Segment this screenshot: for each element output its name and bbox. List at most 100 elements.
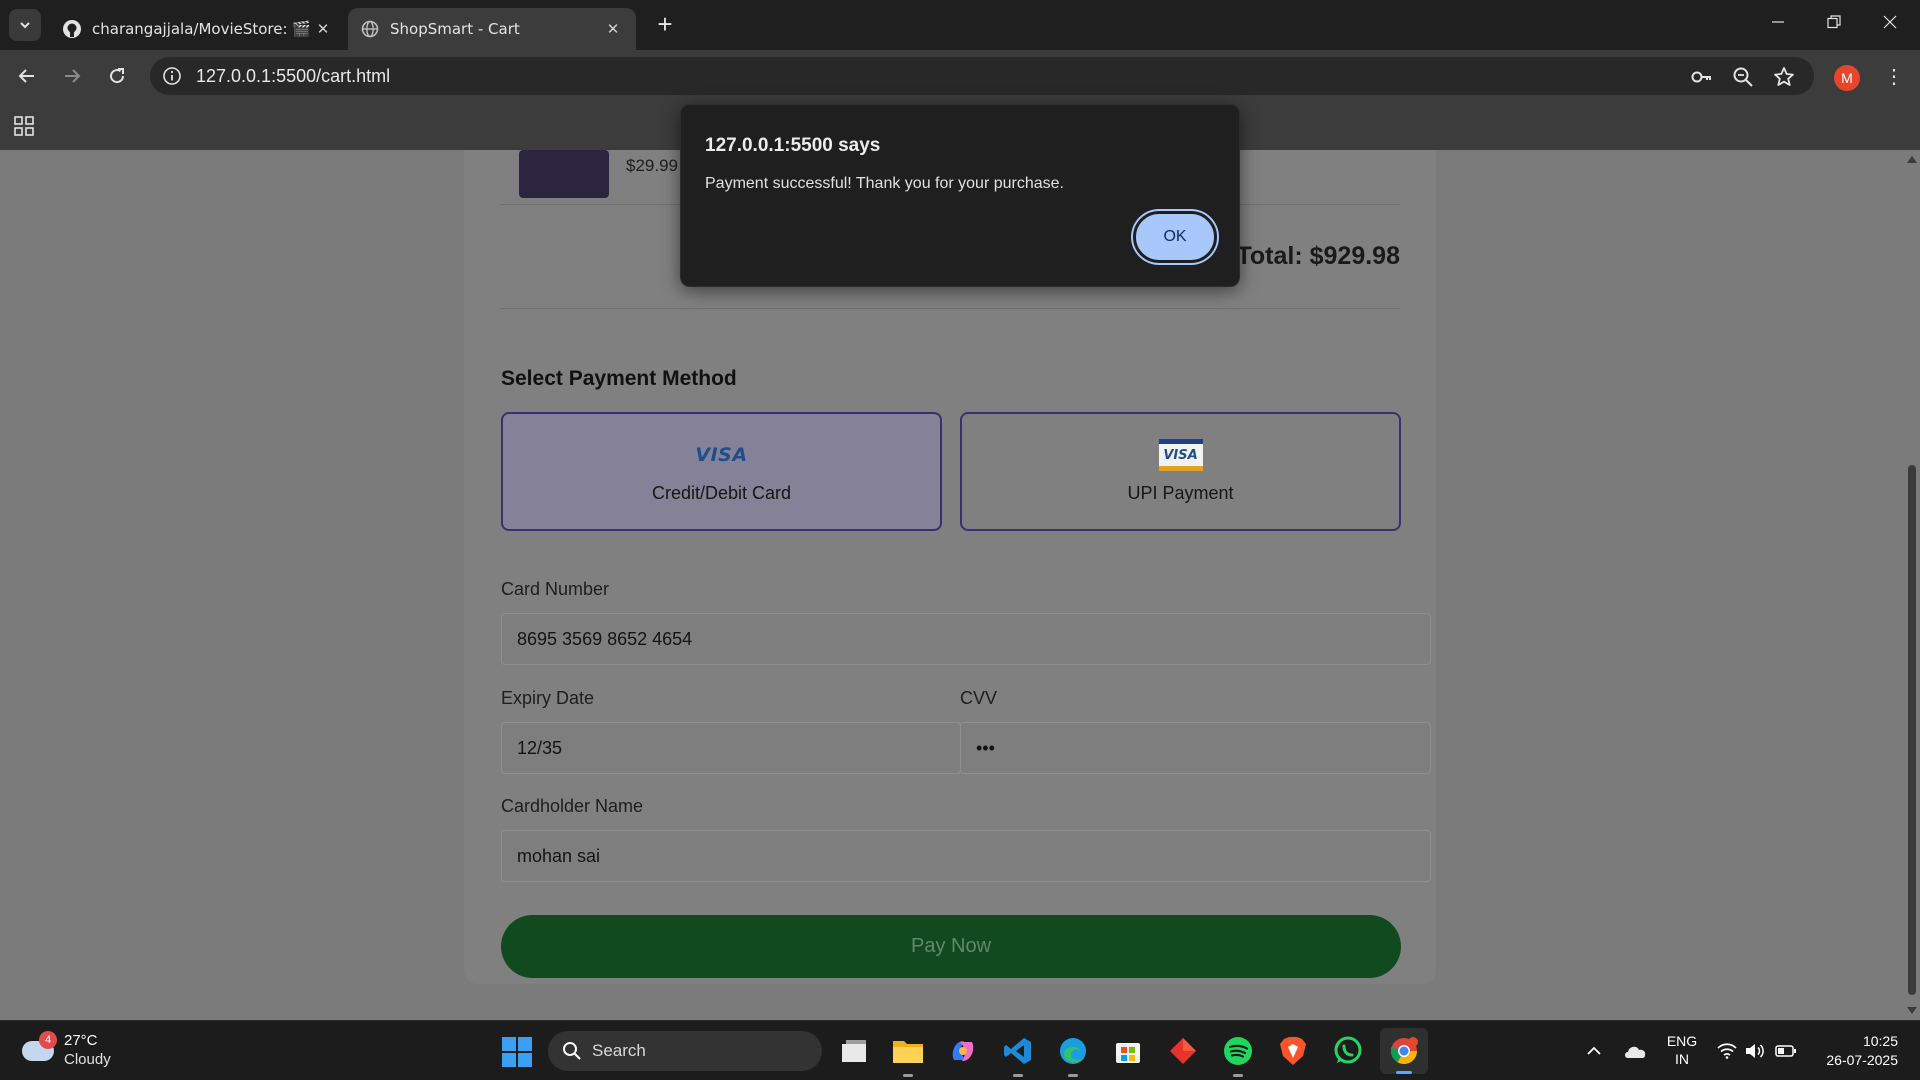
- search-icon: [562, 1041, 582, 1061]
- browser-tab-bar: charangajjala/MovieStore: 🎬🍿 ✕ ShopSmart…: [0, 0, 1920, 50]
- visa-logo-text: VISA: [695, 444, 748, 466]
- close-tab-icon[interactable]: ✕: [602, 20, 624, 38]
- spotify-icon[interactable]: [1221, 1034, 1255, 1077]
- alert-dialog: 127.0.0.1:5500 says Payment successful! …: [680, 104, 1240, 287]
- expiry-date-input[interactable]: 12/35: [501, 722, 961, 774]
- restore-icon: [1827, 15, 1841, 29]
- windows-start-icon[interactable]: [502, 1037, 532, 1067]
- dialog-message: Payment successful! Thank you for your p…: [705, 175, 1064, 192]
- browser-toolbar: 127.0.0.1:5500/cart.html: [0, 50, 1920, 100]
- system-clock[interactable]: 10:25 26-07-2025: [1814, 1032, 1898, 1070]
- close-tab-icon[interactable]: ✕: [312, 20, 334, 38]
- payment-option-label: Credit/Debit Card: [651, 483, 792, 503]
- visa-card-text: VISA: [1158, 439, 1203, 471]
- whatsapp-icon[interactable]: [1331, 1034, 1365, 1068]
- cart-item-image: [519, 150, 609, 198]
- payment-option-upi[interactable]: VISA UPI Payment: [960, 412, 1401, 531]
- chevron-down-icon: [20, 22, 30, 29]
- cvv-label: CVV: [960, 688, 998, 708]
- github-icon: [62, 19, 82, 39]
- bookmark-star-icon[interactable]: [1772, 65, 1796, 89]
- globe-icon: [360, 19, 380, 39]
- volume-icon[interactable]: [1742, 1021, 1768, 1080]
- scroll-down-icon[interactable]: [1907, 1007, 1917, 1014]
- forward-button[interactable]: [56, 60, 88, 92]
- arrow-left-icon: [18, 69, 34, 83]
- apps-grid-icon[interactable]: [14, 116, 34, 136]
- taskbar: 4 27°C Cloudy Search ENG IN 10:25 26-07-…: [0, 1020, 1920, 1080]
- clock-time: 10:25: [1862, 1033, 1898, 1049]
- profile-avatar[interactable]: M: [1834, 65, 1860, 91]
- dialog-ok-button[interactable]: OK: [1133, 211, 1217, 263]
- task-view-icon[interactable]: [837, 1034, 871, 1068]
- payment-method-title: Select Payment Method: [501, 367, 737, 390]
- notification-badge: 4: [39, 1031, 57, 1049]
- password-key-icon[interactable]: [1690, 65, 1714, 89]
- browser-menu-icon[interactable]: ⋮: [1884, 62, 1904, 92]
- new-tab-button[interactable]: +: [650, 10, 680, 40]
- close-window-button[interactable]: [1862, 8, 1918, 42]
- card-number-label: Card Number: [501, 579, 610, 599]
- divider: [500, 308, 1400, 309]
- running-indicator: [1396, 1071, 1412, 1074]
- minimize-icon: [1772, 21, 1784, 23]
- cart-total: Total: $929.98: [1236, 242, 1400, 270]
- language-code: ENG: [1666, 1033, 1698, 1049]
- onedrive-icon[interactable]: [1620, 1021, 1650, 1080]
- running-indicator: [1013, 1074, 1023, 1077]
- cart-item-price: $29.99: [626, 156, 678, 175]
- weather-widget[interactable]: 4 27°C Cloudy: [20, 1029, 140, 1073]
- card-number-input[interactable]: 8695 3569 8652 4654: [501, 613, 1431, 665]
- battery-icon[interactable]: [1772, 1021, 1800, 1080]
- arrow-right-icon: [65, 69, 81, 83]
- language-indicator[interactable]: ENG IN: [1664, 1032, 1700, 1068]
- weather-temperature: 27°C: [64, 1032, 98, 1049]
- region-code: IN: [1675, 1051, 1689, 1067]
- tab-moviestore[interactable]: charangajjala/MovieStore: 🎬🍿 ✕: [50, 8, 346, 50]
- clock-date: 26-07-2025: [1826, 1052, 1898, 1068]
- reload-icon: [110, 68, 125, 84]
- diamond-app-icon[interactable]: [1166, 1034, 1200, 1068]
- running-indicator: [903, 1074, 913, 1077]
- zoom-icon[interactable]: [1731, 65, 1755, 89]
- edge-icon[interactable]: [1056, 1034, 1090, 1077]
- payment-option-label: UPI Payment: [1127, 483, 1234, 503]
- expiry-date-label: Expiry Date: [501, 688, 595, 708]
- vscode-icon[interactable]: [1001, 1034, 1035, 1077]
- page-scrollbar[interactable]: [1904, 150, 1920, 1020]
- search-label: Search: [592, 1041, 646, 1060]
- copilot-icon[interactable]: [946, 1034, 980, 1068]
- brave-icon[interactable]: [1276, 1034, 1310, 1068]
- restore-button[interactable]: [1806, 8, 1862, 42]
- file-explorer-icon[interactable]: [891, 1034, 925, 1077]
- close-icon: [1883, 15, 1897, 29]
- cvv-input[interactable]: •••: [960, 722, 1431, 774]
- site-info-icon[interactable]: [162, 66, 182, 86]
- chevron-up-icon: [1587, 1046, 1601, 1055]
- dialog-title: 127.0.0.1:5500 says: [705, 135, 881, 156]
- wifi-icon[interactable]: [1714, 1021, 1740, 1080]
- visa-logo-icon: VISA: [695, 439, 747, 471]
- scrollbar-thumb[interactable]: [1908, 465, 1916, 995]
- back-button[interactable]: [11, 60, 43, 92]
- pay-now-button[interactable]: Pay Now: [501, 915, 1401, 978]
- payment-option-card[interactable]: VISA Credit/Debit Card: [501, 412, 942, 531]
- microsoft-store-icon[interactable]: [1111, 1034, 1145, 1068]
- chrome-icon[interactable]: [1380, 1028, 1428, 1074]
- running-indicator: [1068, 1074, 1078, 1077]
- reload-button[interactable]: [101, 60, 133, 92]
- tab-search-button[interactable]: [9, 9, 41, 41]
- minimize-button[interactable]: [1750, 8, 1806, 42]
- cardholder-name-input[interactable]: mohan sai: [501, 830, 1431, 882]
- taskbar-search[interactable]: Search: [548, 1031, 822, 1071]
- scroll-up-icon[interactable]: [1907, 156, 1917, 163]
- visa-card-icon: VISA: [1158, 439, 1203, 471]
- cardholder-name-label: Cardholder Name: [501, 796, 644, 816]
- show-hidden-icons[interactable]: [1584, 1021, 1604, 1080]
- running-indicator: [1233, 1074, 1243, 1077]
- address-bar[interactable]: 127.0.0.1:5500/cart.html: [150, 57, 1814, 95]
- tab-title: ShopSmart - Cart: [390, 20, 520, 38]
- tab-shopsmart-cart[interactable]: ShopSmart - Cart ✕: [348, 8, 636, 50]
- weather-condition: Cloudy: [64, 1051, 111, 1068]
- tab-title: charangajjala/MovieStore: 🎬🍿: [92, 20, 312, 38]
